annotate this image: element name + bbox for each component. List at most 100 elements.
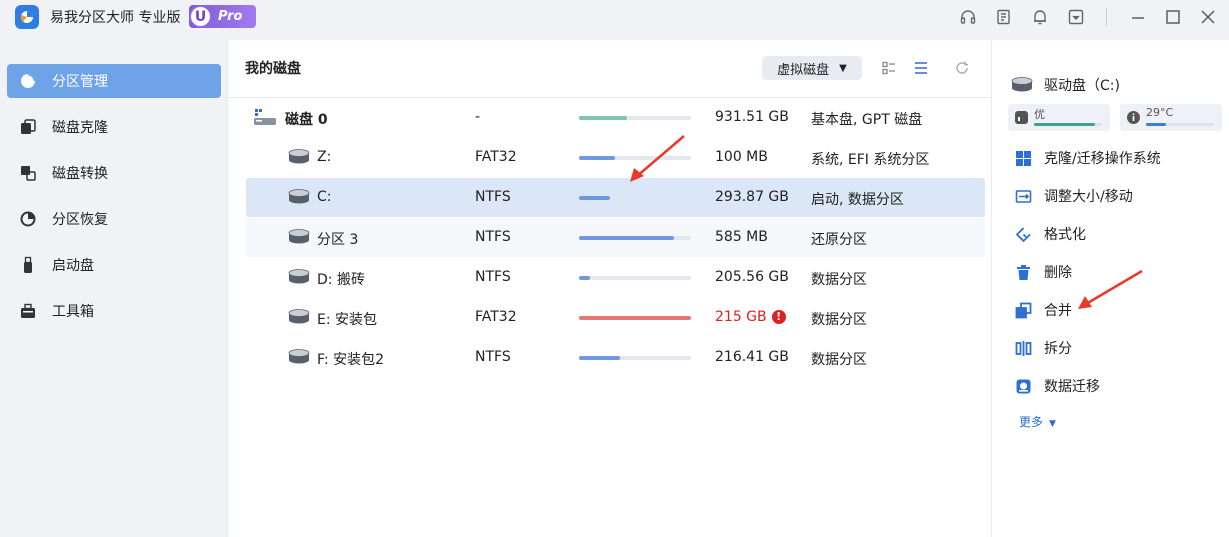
disk-panel: 我的磁盘 虚拟磁盘 ▼ 磁盘 0 - 931.51 GB 基本盘, GPT 磁盘… bbox=[229, 40, 991, 537]
upgrade-u-icon: U bbox=[189, 5, 212, 28]
resize-move-button[interactable]: 调整大小/移动 bbox=[1014, 184, 1133, 208]
action-label: 克隆/迁移操作系统 bbox=[1044, 151, 1161, 167]
sidebar-item-label: 磁盘转换 bbox=[52, 166, 108, 182]
chevron-down-icon: ▼ bbox=[839, 62, 847, 74]
disk-health-icon bbox=[1015, 111, 1028, 124]
sidebar-item-boot-disk[interactable]: 启动盘 bbox=[7, 248, 221, 282]
partition-type: 数据分区 bbox=[811, 312, 867, 328]
usb-icon bbox=[18, 255, 38, 275]
action-label: 格式化 bbox=[1044, 227, 1086, 243]
pro-badge[interactable]: U Pro bbox=[189, 5, 256, 28]
partition-fs: NTFS bbox=[475, 189, 511, 205]
disk-type: 基本盘, GPT 磁盘 bbox=[811, 112, 923, 128]
partition-name: Z: bbox=[317, 149, 332, 165]
merge-icon bbox=[1014, 301, 1032, 319]
close-icon[interactable] bbox=[1198, 7, 1218, 27]
partition-fs: NTFS bbox=[475, 349, 511, 365]
sidebar-item-partition-recovery[interactable]: 分区恢复 bbox=[7, 202, 221, 236]
selected-drive-name: 驱动盘（C:) bbox=[1044, 78, 1120, 94]
title-bar: 易我分区大师 专业版 U Pro bbox=[0, 0, 1229, 34]
titlebar-separator bbox=[1106, 8, 1107, 26]
recovery-icon bbox=[18, 209, 38, 229]
virtual-disk-dropdown[interactable]: 虚拟磁盘 ▼ bbox=[762, 56, 862, 80]
format-icon bbox=[1014, 225, 1032, 243]
virtual-disk-label: 虚拟磁盘 bbox=[777, 62, 830, 78]
headset-icon[interactable] bbox=[958, 7, 978, 27]
data-migration-button[interactable]: 数据迁移 bbox=[1014, 374, 1100, 398]
action-label: 调整大小/移动 bbox=[1044, 189, 1133, 205]
health-status: 优 bbox=[1008, 104, 1110, 131]
disk-usage-bar bbox=[579, 116, 691, 120]
usage-fill bbox=[579, 356, 621, 360]
disk-drive-icon bbox=[254, 109, 276, 125]
page-title: 我的磁盘 bbox=[245, 61, 301, 77]
partition-size: 215 GB bbox=[715, 309, 767, 325]
trash-icon bbox=[1014, 263, 1032, 281]
grid-view-icon[interactable] bbox=[881, 60, 899, 78]
sidebar: 分区管理 磁盘克隆 磁盘转换 分区恢复 启动盘 工具箱 bbox=[0, 40, 229, 537]
partition-fs: NTFS bbox=[475, 229, 511, 245]
list-view-icon[interactable] bbox=[913, 60, 931, 78]
disk-fs: - bbox=[475, 109, 481, 125]
feedback-icon[interactable] bbox=[994, 7, 1014, 27]
sidebar-item-label: 工具箱 bbox=[52, 304, 94, 320]
partition-fs: NTFS bbox=[475, 269, 511, 285]
refresh-icon[interactable] bbox=[954, 60, 972, 78]
maximize-icon[interactable] bbox=[1163, 7, 1183, 27]
more-dropdown[interactable]: 更多 ▼ bbox=[1019, 413, 1056, 430]
usage-fill bbox=[579, 156, 615, 160]
partition-size: 205.56 GB bbox=[715, 269, 789, 285]
table-row[interactable]: F: 安装包2 NTFS 216.41 GB 数据分区 bbox=[246, 338, 985, 377]
sidebar-item-disk-clone[interactable]: 磁盘克隆 bbox=[7, 110, 221, 144]
sidebar-item-disk-convert[interactable]: 磁盘转换 bbox=[7, 156, 221, 190]
partition-type: 数据分区 bbox=[811, 272, 867, 288]
menu-dropdown-icon[interactable] bbox=[1066, 7, 1086, 27]
pro-label: Pro bbox=[218, 9, 243, 24]
warning-icon[interactable]: ! bbox=[771, 309, 786, 324]
sidebar-item-partition-manager[interactable]: 分区管理 bbox=[7, 64, 221, 98]
usage-fill bbox=[579, 236, 675, 240]
bell-icon[interactable] bbox=[1030, 7, 1050, 27]
minimize-icon[interactable] bbox=[1128, 7, 1148, 27]
partition-type: 启动, 数据分区 bbox=[811, 192, 904, 208]
app-logo-icon bbox=[15, 5, 39, 29]
windows-icon bbox=[1014, 149, 1032, 167]
clone-icon bbox=[18, 117, 38, 137]
usage-fill bbox=[579, 196, 611, 200]
toolbox-icon bbox=[18, 301, 38, 321]
table-row[interactable]: Z: FAT32 100 MB 系统, EFI 系统分区 bbox=[246, 138, 985, 177]
sidebar-item-label: 磁盘克隆 bbox=[52, 120, 108, 136]
partition-type: 系统, EFI 系统分区 bbox=[811, 152, 930, 168]
partition-name: E: 安装包 bbox=[317, 312, 378, 328]
partition-size: 216.41 GB bbox=[715, 349, 789, 365]
partition-name: D: 搬砖 bbox=[317, 272, 365, 288]
sidebar-item-label: 启动盘 bbox=[52, 258, 94, 274]
partition-name: C: bbox=[317, 189, 332, 205]
health-bar bbox=[1034, 123, 1102, 126]
merge-button[interactable]: 合并 bbox=[1014, 298, 1072, 322]
app-title: 易我分区大师 专业版 bbox=[50, 10, 181, 26]
split-button[interactable]: 拆分 bbox=[1014, 336, 1072, 360]
table-row[interactable]: E: 安装包 FAT32 215 GB! 数据分区 bbox=[246, 298, 985, 337]
health-fill bbox=[1034, 123, 1096, 126]
partition-size: 100 MB bbox=[715, 149, 768, 165]
migrate-icon bbox=[1014, 377, 1032, 395]
format-button[interactable]: 格式化 bbox=[1014, 222, 1086, 246]
partition-size: 585 MB bbox=[715, 229, 768, 245]
partition-type: 还原分区 bbox=[811, 232, 867, 248]
usage-fill bbox=[579, 116, 628, 120]
partition-name: 分区 3 bbox=[317, 232, 359, 248]
clone-os-button[interactable]: 克隆/迁移操作系统 bbox=[1014, 146, 1161, 170]
disk-row[interactable]: 磁盘 0 - 931.51 GB 基本盘, GPT 磁盘 bbox=[246, 98, 985, 137]
table-row[interactable]: 分区 3 NTFS 585 MB 还原分区 bbox=[246, 218, 985, 257]
partition-icon bbox=[288, 309, 310, 324]
partition-icon bbox=[288, 149, 310, 164]
temperature-status: 29°C bbox=[1120, 104, 1222, 131]
delete-button[interactable]: 删除 bbox=[1014, 260, 1072, 284]
partition-usage-bar bbox=[579, 316, 691, 320]
action-label: 拆分 bbox=[1044, 341, 1072, 357]
table-row-selected[interactable]: C: NTFS 293.87 GB 启动, 数据分区 bbox=[246, 178, 985, 217]
usage-fill bbox=[579, 276, 591, 280]
table-row[interactable]: D: 搬砖 NTFS 205.56 GB 数据分区 bbox=[246, 258, 985, 297]
sidebar-item-toolbox[interactable]: 工具箱 bbox=[7, 294, 221, 328]
